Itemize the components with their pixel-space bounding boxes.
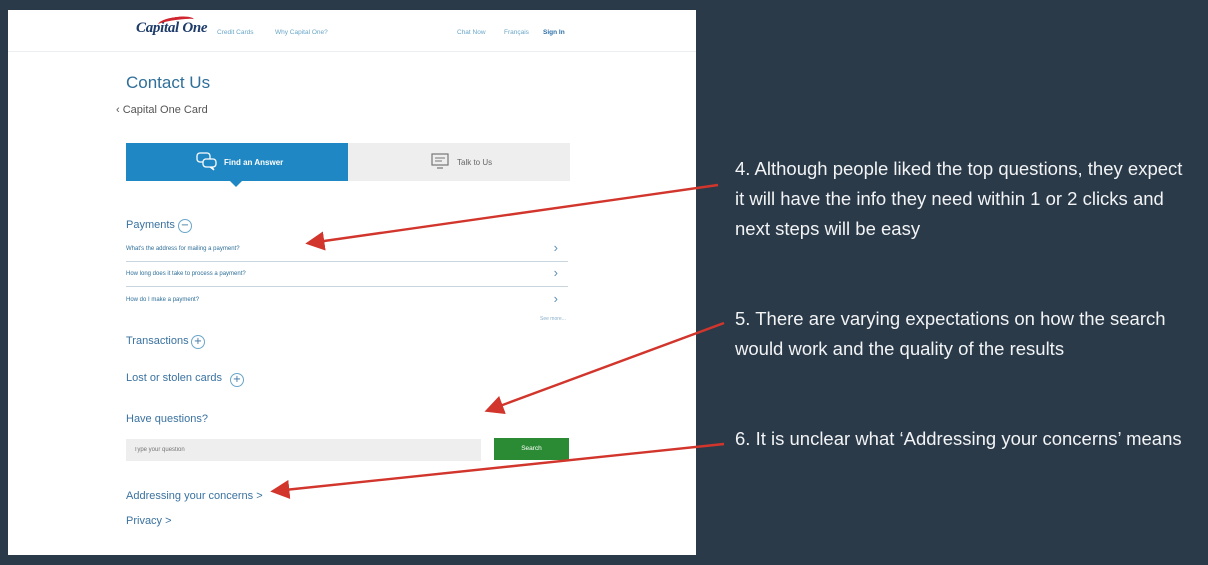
chevron-right-icon: ›: [553, 265, 558, 280]
nav-why-capital-one[interactable]: Why Capital One?: [275, 29, 328, 36]
annotation-note-5: 5. There are varying expectations on how…: [735, 308, 1166, 359]
have-questions-heading: Have questions?: [126, 413, 208, 425]
tab-find-an-answer[interactable]: Find an Answer: [126, 143, 348, 187]
transactions-heading: Transactions: [126, 335, 189, 347]
capital-one-logo[interactable]: Capital One: [136, 14, 208, 42]
faq-question: How long does it take to process a payme…: [126, 271, 246, 277]
faq-item[interactable]: What's the address for mailing a payment…: [126, 238, 568, 262]
nav-chat-now[interactable]: Chat Now: [457, 29, 486, 36]
active-tab-caret: [230, 181, 242, 187]
faq-item[interactable]: How long does it take to process a payme…: [126, 263, 568, 287]
collapse-minus-icon[interactable]: −: [178, 219, 192, 233]
expand-plus-icon[interactable]: +: [230, 373, 244, 387]
annotation-note-4: 4. Although people liked the top questio…: [735, 158, 1183, 239]
search-input[interactable]: [126, 439, 481, 461]
payments-heading: Payments: [126, 219, 175, 231]
expand-plus-icon[interactable]: +: [191, 335, 205, 349]
top-nav-bar: Capital One Credit Cards Why Capital One…: [8, 10, 696, 52]
tab-talk-to-us[interactable]: Talk to Us: [348, 143, 570, 181]
monitor-chat-icon: [431, 153, 449, 169]
chevron-left-icon: ‹: [116, 104, 120, 116]
chevron-right-icon: ›: [553, 291, 558, 306]
addressing-concerns-link[interactable]: Addressing your concerns >: [126, 490, 263, 502]
back-link-label: Capital One Card: [122, 104, 208, 116]
page-title: Contact Us: [126, 73, 211, 92]
annotation-note-6: 6. It is unclear what ‘Addressing your c…: [735, 428, 1182, 449]
nav-sign-in[interactable]: Sign In: [543, 29, 565, 36]
lost-stolen-heading: Lost or stolen cards: [126, 372, 222, 384]
screenshot-panel: Capital One Credit Cards Why Capital One…: [8, 10, 696, 555]
back-link[interactable]: ‹ Capital One Card: [116, 104, 208, 116]
see-more-link[interactable]: See more...: [540, 316, 566, 322]
nav-francais[interactable]: Français: [504, 29, 529, 36]
nav-credit-cards[interactable]: Credit Cards: [217, 29, 253, 36]
tab-talk-label: Talk to Us: [457, 158, 493, 167]
faq-question: What's the address for mailing a payment…: [126, 246, 240, 252]
search-button[interactable]: Search: [494, 438, 569, 460]
faq-question: How do I make a payment?: [126, 297, 200, 303]
tab-find-label: Find an Answer: [224, 158, 284, 167]
faq-item[interactable]: How do I make a payment? ›: [126, 289, 568, 313]
privacy-link[interactable]: Privacy >: [126, 515, 172, 527]
chat-bubbles-icon: [196, 152, 217, 171]
chevron-right-icon: ›: [553, 240, 558, 255]
